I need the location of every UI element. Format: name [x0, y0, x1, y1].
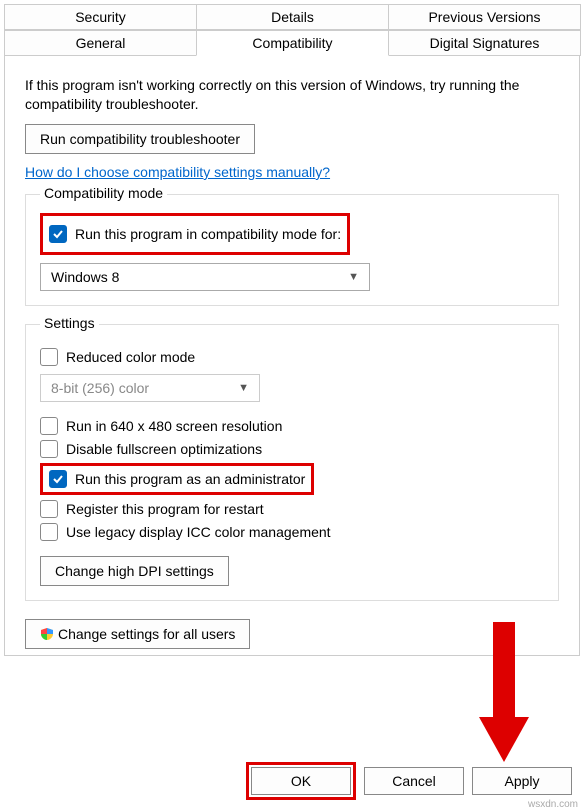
intro-text: If this program isn't working correctly …: [25, 76, 559, 114]
help-link[interactable]: How do I choose compatibility settings m…: [25, 164, 330, 180]
compat-os-select[interactable]: Windows 8 ▼: [40, 263, 370, 291]
run-640-label: Run in 640 x 480 screen resolution: [66, 418, 282, 434]
legacy-icc-label: Use legacy display ICC color management: [66, 524, 331, 540]
compat-os-value: Windows 8: [51, 269, 119, 285]
tab-row-1: Security Details Previous Versions: [4, 4, 580, 30]
chevron-down-icon: ▼: [238, 382, 249, 394]
compat-mode-checkbox[interactable]: [49, 225, 67, 243]
apply-button[interactable]: Apply: [472, 767, 572, 795]
shield-icon: [40, 627, 54, 641]
disable-fullscreen-label: Disable fullscreen optimizations: [66, 441, 262, 457]
compatibility-mode-group: Compatibility mode Run this program in c…: [25, 194, 559, 306]
legacy-icc-checkbox[interactable]: [40, 523, 58, 541]
highlight-admin-checkbox: Run this program as an administrator: [40, 463, 314, 495]
dialog-footer: OK Cancel Apply: [246, 762, 572, 800]
tab-previous-versions[interactable]: Previous Versions: [388, 4, 581, 30]
tab-digital-signatures[interactable]: Digital Signatures: [388, 30, 581, 56]
tab-details[interactable]: Details: [196, 4, 389, 30]
run-admin-label: Run this program as an administrator: [75, 471, 305, 487]
tab-security[interactable]: Security: [4, 4, 197, 30]
ok-button[interactable]: OK: [251, 767, 351, 795]
run-troubleshooter-button[interactable]: Run compatibility troubleshooter: [25, 124, 255, 154]
watermark: wsxdn.com: [528, 799, 578, 810]
color-depth-value: 8-bit (256) color: [51, 380, 149, 396]
cancel-button[interactable]: Cancel: [364, 767, 464, 795]
change-dpi-button[interactable]: Change high DPI settings: [40, 556, 229, 586]
change-all-users-button[interactable]: Change settings for all users: [25, 619, 250, 649]
settings-group: Settings Reduced color mode 8-bit (256) …: [25, 324, 559, 601]
tab-general[interactable]: General: [4, 30, 197, 56]
register-restart-label: Register this program for restart: [66, 501, 264, 517]
change-all-users-label: Change settings for all users: [58, 626, 235, 642]
color-depth-select: 8-bit (256) color ▼: [40, 374, 260, 402]
reduced-color-checkbox[interactable]: [40, 348, 58, 366]
reduced-color-label: Reduced color mode: [66, 349, 195, 365]
compat-mode-label: Run this program in compatibility mode f…: [75, 226, 341, 242]
disable-fullscreen-checkbox[interactable]: [40, 440, 58, 458]
tab-content: If this program isn't working correctly …: [4, 55, 580, 656]
settings-group-title: Settings: [40, 315, 99, 331]
tab-row-2: General Compatibility Digital Signatures: [4, 30, 580, 56]
chevron-down-icon: ▼: [348, 271, 359, 283]
highlight-ok-button: OK: [246, 762, 356, 800]
register-restart-checkbox[interactable]: [40, 500, 58, 518]
compat-group-title: Compatibility mode: [40, 185, 167, 201]
tab-compatibility[interactable]: Compatibility: [196, 30, 389, 56]
tabs-container: Security Details Previous Versions Gener…: [4, 4, 580, 56]
run-admin-checkbox[interactable]: [49, 470, 67, 488]
run-640-checkbox[interactable]: [40, 417, 58, 435]
highlight-compat-checkbox: Run this program in compatibility mode f…: [40, 213, 350, 255]
